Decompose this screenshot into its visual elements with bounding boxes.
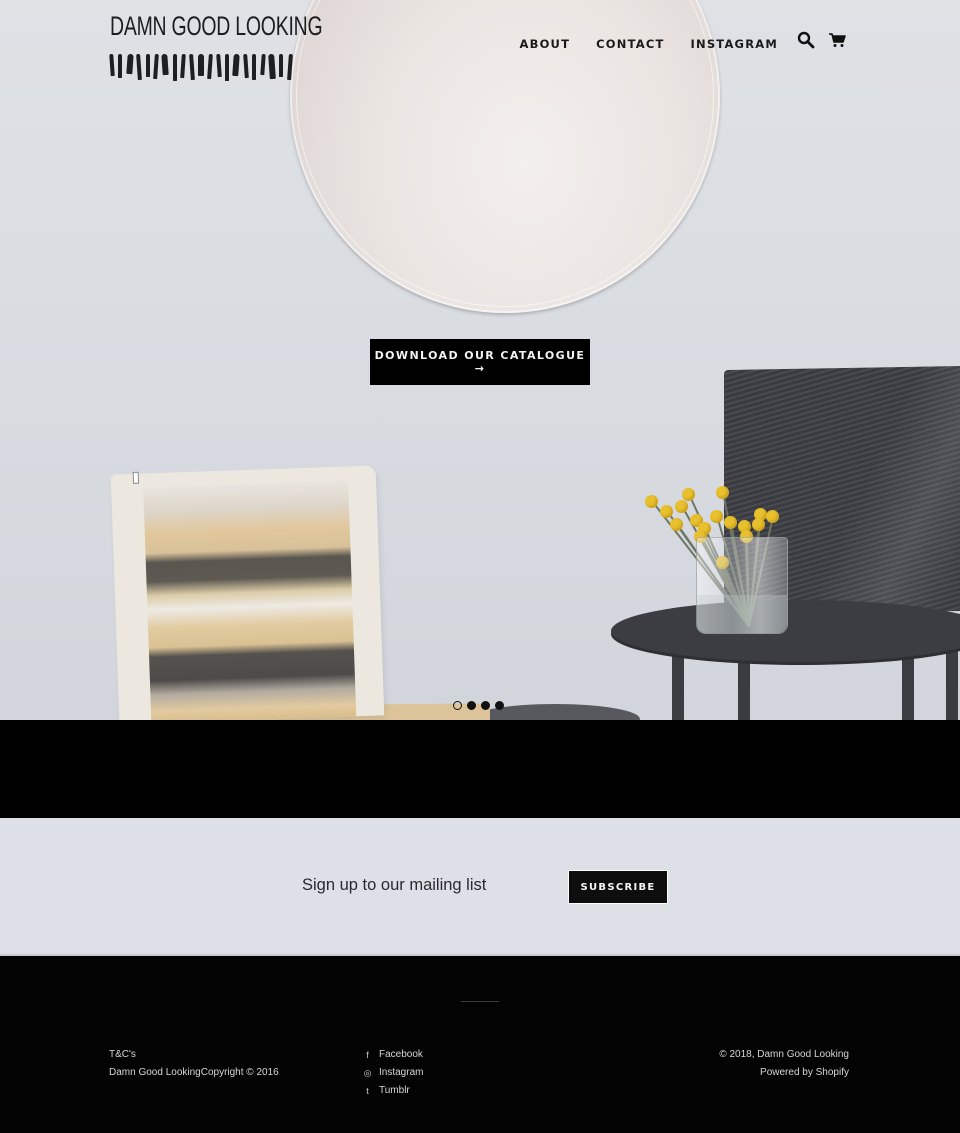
footer-link-label: Facebook xyxy=(379,1049,423,1060)
logo-stroke xyxy=(136,53,143,81)
hero-image-painted-cushion xyxy=(110,465,385,720)
logo-stroke xyxy=(197,54,204,76)
table-leg xyxy=(902,648,914,720)
flower-head xyxy=(710,510,723,523)
search-icon[interactable] xyxy=(797,31,815,49)
slideshow-pagination xyxy=(453,701,504,710)
nav-link-instagram[interactable]: INSTAGRAM xyxy=(691,37,778,51)
slide-dot-2[interactable] xyxy=(467,701,476,710)
tumblr-icon: t xyxy=(366,1085,369,1096)
logo-stroke xyxy=(259,53,266,76)
cushion-tag xyxy=(132,471,140,484)
facebook-icon: f xyxy=(366,1049,369,1060)
cta-label: DOWNLOAD OUR CATALOGUE xyxy=(374,349,586,362)
flower-head xyxy=(670,518,683,531)
flower-head xyxy=(675,500,688,513)
cart-icon[interactable] xyxy=(828,31,846,49)
main-nav: ABOUT CONTACT INSTAGRAM xyxy=(520,37,779,51)
slide-dot-3[interactable] xyxy=(481,701,490,710)
logo-stroke xyxy=(243,53,249,79)
nav-link-about[interactable]: ABOUT xyxy=(520,37,571,51)
logo-stroke xyxy=(252,54,257,80)
header-icons xyxy=(797,31,846,49)
slide-dot-1[interactable] xyxy=(453,701,462,710)
logo-brush-strokes xyxy=(109,53,293,84)
flower-head xyxy=(724,516,737,529)
flower-head xyxy=(766,510,779,523)
flower-head xyxy=(660,505,673,518)
logo-stroke xyxy=(161,53,170,76)
logo-stroke xyxy=(153,53,159,80)
footer-link-label: Instagram xyxy=(379,1067,424,1078)
footer-column-legal: T&C's Damn Good LookingCopyright © 2016 xyxy=(109,1046,279,1082)
logo-stroke xyxy=(225,54,230,81)
logo-stroke xyxy=(207,53,214,80)
logo-stroke xyxy=(232,53,241,77)
logo-stroke xyxy=(215,53,222,78)
footer-link-instagram[interactable]: ◎ Instagram xyxy=(362,1064,424,1082)
footer-link-label: Tumblr xyxy=(379,1085,410,1096)
logo-stroke xyxy=(279,54,284,77)
hero-image-vase xyxy=(696,537,788,634)
logo-stroke xyxy=(180,53,186,79)
logo-stroke xyxy=(145,54,150,77)
logo-stroke xyxy=(118,54,123,78)
footer-powered-by-shopify-link[interactable]: Powered by Shopify xyxy=(719,1064,849,1082)
footer-link-tumblr[interactable]: t Tumblr xyxy=(362,1082,423,1100)
slide-dot-4[interactable] xyxy=(495,701,504,710)
vase-water xyxy=(697,595,787,633)
footer-link-facebook[interactable]: f Facebook xyxy=(362,1046,423,1064)
table-leg xyxy=(672,648,684,720)
footer-column-social: f Facebook ◎ Instagram t Tumblr xyxy=(362,1046,424,1100)
instagram-icon: ◎ xyxy=(363,1067,372,1078)
black-section-band xyxy=(0,720,960,818)
footer-divider xyxy=(461,1001,499,1002)
footer-copyright-text: Damn Good LookingCopyright © 2016 xyxy=(109,1067,279,1078)
flower-head xyxy=(645,495,658,508)
logo-wordmark: DAMN GOOD LOOKING xyxy=(110,11,323,41)
arrow-right-icon: → xyxy=(474,362,486,375)
flower-head xyxy=(682,488,695,501)
footer-link-terms[interactable]: T&C's xyxy=(109,1046,279,1064)
logo-stroke xyxy=(268,53,276,80)
flower-head xyxy=(716,486,729,499)
cushion-print xyxy=(143,480,357,720)
nav-link-contact[interactable]: CONTACT xyxy=(596,37,664,51)
hero-slideshow: DAMN GOOD LOOKING ABOUT CONTACT INSTAGRA… xyxy=(0,0,960,720)
logo-stroke xyxy=(172,54,177,81)
logo-stroke xyxy=(126,53,134,75)
flower-head xyxy=(752,518,765,531)
logo-stroke xyxy=(286,53,293,81)
download-catalogue-button[interactable]: DOWNLOAD OUR CATALOGUE → xyxy=(370,339,590,385)
footer-copyright-link[interactable]: © 2018, Damn Good Looking xyxy=(719,1046,849,1064)
table-leg xyxy=(946,648,958,720)
site-logo[interactable]: DAMN GOOD LOOKING xyxy=(109,10,323,81)
logo-stroke xyxy=(188,53,195,81)
logo-stroke xyxy=(109,53,115,77)
newsletter-label: Sign up to our mailing list xyxy=(302,876,487,894)
site-footer xyxy=(0,957,960,1133)
subscribe-button[interactable]: SUBSCRIBE xyxy=(568,870,668,904)
footer-column-credits: © 2018, Damn Good Looking Powered by Sho… xyxy=(719,1046,849,1082)
